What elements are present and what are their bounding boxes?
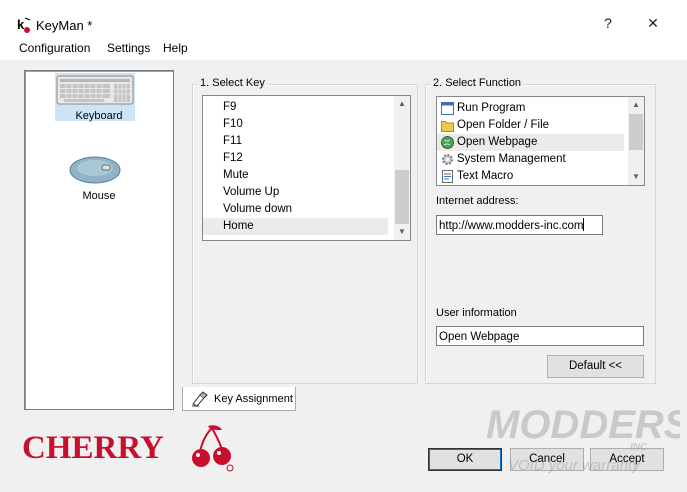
cherry-logo-text: CHERRY [22,430,164,466]
internet-address-value: http://www.modders-inc.com [439,220,584,232]
function-list-scrollbar[interactable]: ▲ ▼ [628,97,644,185]
scroll-up-arrow-icon[interactable]: ▲ [628,97,644,113]
key-item[interactable]: Mute [203,167,408,184]
default-button[interactable]: Default << [547,355,644,378]
function-item[interactable]: Run Program [437,100,642,117]
pencil-eraser-icon [192,391,208,407]
user-information-label: User information [436,307,517,319]
function-item-label: Open Webpage [457,136,538,148]
function-item-label: Text Macro [457,170,514,182]
folder-icon [441,121,454,132]
ok-button[interactable]: OK [428,448,502,471]
function-item[interactable]: Text Macro [437,168,642,185]
key-item[interactable]: F10 [203,116,408,133]
menu-configuration[interactable]: Configuration [19,41,90,55]
key-item[interactable]: F9 [203,99,408,116]
close-button[interactable]: ✕ [627,10,679,36]
select-function-label: 2. Select Function [431,77,524,89]
device-panel: Keyboard Mouse [24,70,174,410]
title-bar [0,0,687,36]
scroll-down-arrow-icon[interactable]: ▼ [628,169,644,185]
window-icon [441,102,454,115]
function-item-label: Open Folder / File [457,119,550,131]
tab-label: Key Assignment [214,393,293,405]
internet-address-label: Internet address: [436,195,519,207]
key-listbox[interactable]: F9 F10 F11 F12 Mute Volume Up Volume dow… [202,95,411,241]
scroll-thumb[interactable] [629,114,643,150]
cancel-button[interactable]: Cancel [510,448,584,471]
text-cursor [583,218,585,231]
key-list-scrollbar[interactable]: ▲ ▼ [394,96,410,240]
function-listbox[interactable]: Run Program Open Folder / File Open Webp… [436,96,645,186]
device-keyboard-label[interactable]: Keyboard [25,110,173,122]
function-item[interactable]: Open Folder / File [437,117,642,134]
key-item[interactable]: Volume down [203,201,408,218]
globe-icon [441,136,454,149]
gear-icon [442,154,453,165]
scroll-down-arrow-icon[interactable]: ▼ [394,224,410,240]
internet-address-input[interactable]: http://www.modders-inc.com [436,215,603,235]
window-title: KeyMan * [36,18,93,33]
menu-settings[interactable]: Settings [107,41,150,55]
keyman-app-icon: k [17,17,31,33]
notepad-icon [442,170,453,183]
accept-button[interactable]: Accept [590,448,664,471]
mouse-icon [69,156,121,184]
key-item[interactable]: F11 [203,133,408,150]
key-item-selected[interactable]: Home [203,218,388,235]
menu-help[interactable]: Help [163,41,188,55]
keyboard-icon [56,75,134,105]
function-item[interactable]: System Management [437,151,642,168]
device-mouse-label[interactable]: Mouse [25,190,173,202]
menu-bar [0,36,687,60]
key-item[interactable]: Volume Up [203,184,408,201]
svg-text:k: k [17,17,25,32]
select-key-label: 1. Select Key [198,77,267,89]
function-item-label: Run Program [457,102,526,114]
help-button[interactable]: ? [588,10,628,36]
scroll-thumb[interactable] [395,170,409,224]
tab-key-assignment[interactable]: Key Assignment [182,387,296,411]
function-item-selected[interactable]: Open Webpage [437,134,624,151]
user-information-input[interactable]: Open Webpage [436,326,644,346]
modders-inc-watermark: MODDERS INC VOID your warranty [486,403,680,474]
function-item-label: System Management [457,153,566,165]
key-item[interactable]: F12 [203,150,408,167]
cherry-logo-icon [192,425,234,472]
scroll-up-arrow-icon[interactable]: ▲ [394,96,410,112]
watermark-line1: MODDERS [486,403,680,447]
